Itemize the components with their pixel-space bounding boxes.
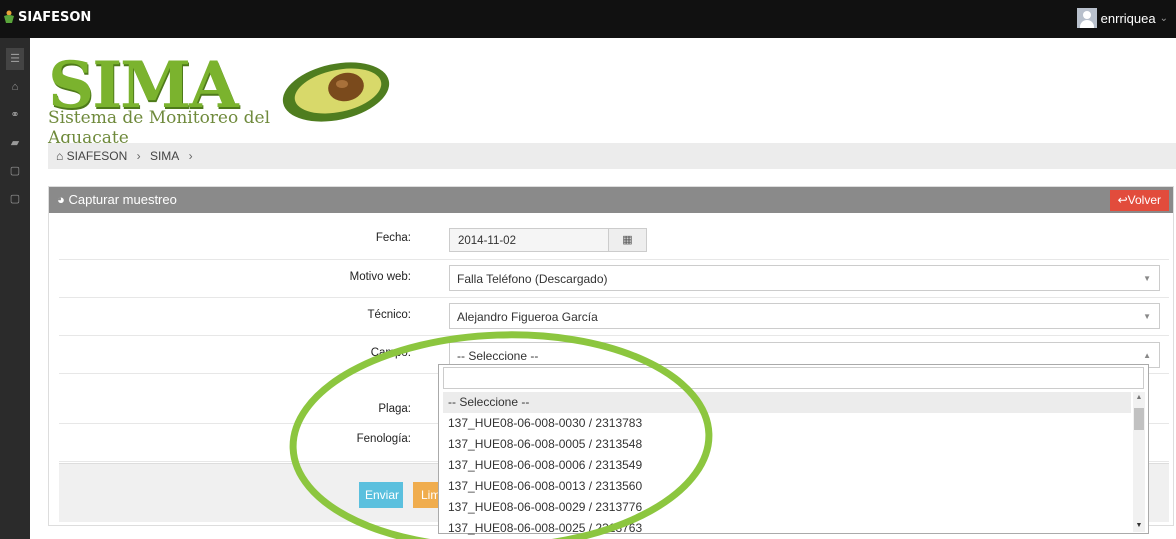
scroll-down-icon[interactable]: ▼ [1133, 520, 1145, 532]
file-icon[interactable]: ▢ [0, 160, 30, 182]
book-icon[interactable]: ▰ [0, 132, 30, 154]
tecnico-value: Alejandro Figueroa García [457, 310, 598, 324]
sima-logo: SIMA Sistema de Monitoreo del Aguacate [48, 48, 390, 148]
form-row-tecnico: Técnico: Alejandro Figueroa García ▼ [59, 297, 1169, 336]
dropdown-option[interactable]: 137_HUE08-06-008-0030 / 2313783 [443, 413, 1131, 434]
dropdown-option[interactable]: 137_HUE08-06-008-0005 / 2313548 [443, 434, 1131, 455]
plaga-label: Plaga: [378, 403, 411, 415]
dropdown-option[interactable]: -- Seleccione -- [443, 392, 1131, 413]
chevron-down-icon: ▼ [1143, 312, 1151, 321]
home-icon: ⌂ [56, 149, 64, 163]
breadcrumb-separator: › [136, 149, 141, 163]
breadcrumb-item-siafeson[interactable]: SIAFESON [67, 143, 128, 169]
logo-subtitle: Sistema de Monitoreo del Aguacate [48, 108, 271, 148]
submit-button[interactable]: Enviar [359, 482, 403, 508]
breadcrumb: ⌂ SIAFESON › SIMA › [48, 143, 1176, 169]
tecnico-label: Técnico: [367, 309, 411, 321]
tecnico-select[interactable]: Alejandro Figueroa García ▼ [449, 303, 1160, 329]
user-menu[interactable]: enrriquea ⌄ [1076, 5, 1168, 31]
panel-title-text: Capturar muestreo [68, 192, 177, 207]
breadcrumb-separator: › [188, 149, 193, 163]
panel-title: ◕ Capturar muestreo [57, 192, 177, 207]
scroll-up-icon[interactable]: ▲ [1133, 392, 1145, 404]
file-icon[interactable]: ▢ [0, 188, 30, 210]
campo-label: Campo: [370, 347, 411, 359]
user-name: enrriquea [1100, 10, 1156, 26]
dropdown-option[interactable]: 137_HUE08-06-008-0025 / 2313763 [443, 518, 1131, 539]
link-icon[interactable]: ⚭ [0, 104, 30, 126]
panel-header: ◕ Capturar muestreo ↩Volver [49, 187, 1173, 213]
dropdown-search-input[interactable] [443, 367, 1144, 389]
dropdown-option[interactable]: 137_HUE08-06-008-0013 / 2313560 [443, 476, 1131, 497]
dropdown-option[interactable]: 137_HUE08-06-008-0006 / 2313549 [443, 455, 1131, 476]
breadcrumb-item-sima[interactable]: SIMA [150, 143, 179, 169]
fecha-label: Fecha: [375, 232, 411, 244]
siafeson-logo-icon [4, 10, 14, 23]
campo-value: -- Seleccione -- [457, 349, 539, 363]
back-button-label: Volver [1127, 193, 1161, 207]
home-icon[interactable]: ⌂ [0, 76, 30, 98]
menu-icon[interactable]: ☰ [6, 48, 24, 70]
brand-name[interactable]: SIAFESON [18, 10, 91, 25]
chevron-down-icon: ⌄ [1159, 12, 1168, 24]
reply-icon: ↩ [1117, 193, 1128, 207]
campo-dropdown: -- Seleccione -- 137_HUE08-06-008-0030 /… [438, 364, 1149, 535]
motivo-value: Falla Teléfono (Descargado) [457, 272, 608, 286]
dropdown-scrollbar[interactable]: ▲ ▼ [1133, 392, 1145, 532]
chevron-down-icon: ▼ [1143, 274, 1151, 283]
form-row-fecha: Fecha: 2014-11-02 ▦ [59, 221, 1169, 260]
motivo-label: Motivo web: [349, 271, 411, 283]
info-circle-icon: ◕ [57, 192, 69, 207]
fecha-input[interactable]: 2014-11-02 [449, 228, 609, 252]
dropdown-option[interactable]: 137_HUE08-06-008-0029 / 2313776 [443, 497, 1131, 518]
fenologia-label: Fenología: [356, 433, 411, 445]
avatar [1076, 8, 1097, 28]
motivo-select[interactable]: Falla Teléfono (Descargado) ▼ [449, 265, 1160, 291]
top-navbar: SIAFESON enrriquea ⌄ [0, 0, 1176, 38]
form-row-motivo: Motivo web: Falla Teléfono (Descargado) … [59, 259, 1169, 298]
sidebar: ☰ ⌂ ⚭ ▰ ▢ ▢ [0, 38, 30, 539]
scrollbar-thumb[interactable] [1134, 408, 1144, 430]
back-button[interactable]: ↩Volver [1109, 190, 1169, 211]
dropdown-options: -- Seleccione -- 137_HUE08-06-008-0030 /… [443, 392, 1131, 539]
calendar-icon[interactable]: ▦ [609, 228, 647, 252]
